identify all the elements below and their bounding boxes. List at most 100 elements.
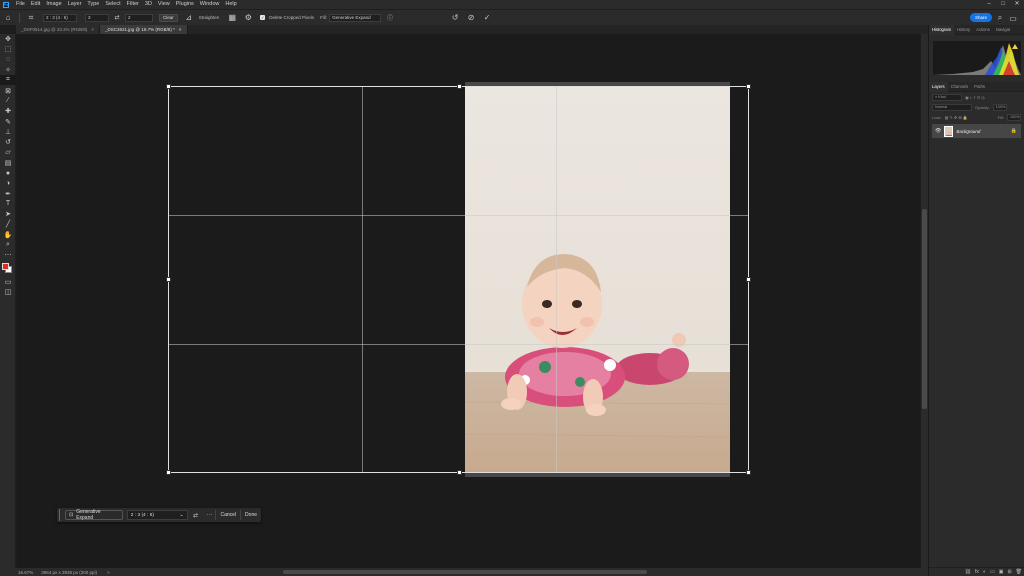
cancel-crop-icon[interactable]: ⊘ bbox=[466, 13, 476, 23]
object-select-tool-icon[interactable]: ✧ bbox=[0, 65, 16, 75]
more-tools-icon[interactable]: ⋯ bbox=[0, 250, 16, 260]
dodge-tool-icon[interactable]: ◑ bbox=[0, 178, 16, 188]
link-layers-icon[interactable]: ⛓ bbox=[965, 569, 971, 575]
opacity-field[interactable]: 100% bbox=[992, 103, 1007, 111]
tab-navigator[interactable]: Navigat bbox=[993, 25, 1013, 35]
menu-select[interactable]: Select bbox=[102, 0, 123, 9]
layer-lock-icon[interactable]: 🔒 bbox=[1011, 128, 1017, 134]
swap-dimensions-icon[interactable]: ⇄ bbox=[112, 13, 122, 23]
horizontal-scroll-thumb[interactable] bbox=[283, 570, 647, 574]
crop-handle-right[interactable] bbox=[746, 277, 751, 282]
foreground-color-swatch[interactable] bbox=[2, 262, 9, 270]
brush-tool-icon[interactable]: ✎ bbox=[0, 116, 16, 126]
tab-paths[interactable]: Paths bbox=[971, 82, 988, 92]
crop-height-field[interactable]: 2 bbox=[125, 13, 153, 22]
menu-layer[interactable]: Layer bbox=[65, 0, 85, 9]
overlay-grid-icon[interactable]: ▦ bbox=[227, 13, 237, 23]
menu-window[interactable]: Window bbox=[197, 0, 223, 9]
info-icon[interactable]: ⓘ bbox=[385, 13, 395, 23]
task-bar-ratio-select[interactable]: 2 : 3 (4 : 6) ⌄ bbox=[126, 510, 188, 520]
scroll-thumb[interactable] bbox=[922, 209, 927, 409]
hand-tool-icon[interactable]: ✋ bbox=[0, 230, 16, 240]
reset-icon[interactable]: ↺ bbox=[450, 13, 460, 23]
group-icon[interactable]: ▣ bbox=[999, 569, 1004, 575]
cancel-button[interactable]: Cancel bbox=[215, 510, 240, 520]
menu-view[interactable]: View bbox=[155, 0, 173, 9]
status-expand-arrow[interactable]: > bbox=[107, 570, 110, 575]
tab-channels[interactable]: Channels bbox=[948, 82, 972, 92]
eyedropper-tool-icon[interactable]: ⁄ bbox=[0, 96, 16, 106]
layer-row-background[interactable]: 👁 Background 🔒 bbox=[932, 124, 1021, 138]
lock-icons[interactable]: ▦ ✎ ✥ ⊠ 🔒 bbox=[945, 115, 968, 120]
menu-type[interactable]: Type bbox=[84, 0, 102, 9]
zoom-level[interactable]: 16.67% bbox=[18, 570, 33, 575]
done-button[interactable]: Done bbox=[240, 510, 261, 520]
menu-3d[interactable]: 3D bbox=[142, 0, 155, 9]
crop-handle-bottom-left[interactable] bbox=[166, 470, 171, 475]
document-tab[interactable]: _DSF0514.jpg @ 33.3% (RGB/8) × bbox=[16, 25, 100, 34]
path-select-tool-icon[interactable]: ➤ bbox=[0, 209, 16, 219]
crop-handle-top[interactable] bbox=[457, 84, 462, 89]
document-tab-active[interactable]: _DSC2621.jpg @ 16.7% (RGB/8) * × bbox=[100, 25, 188, 34]
straighten-icon[interactable]: ⊿ bbox=[184, 13, 194, 23]
layer-name[interactable]: Background bbox=[956, 129, 1007, 134]
straighten-label[interactable]: Straighten bbox=[199, 15, 220, 20]
mask-icon[interactable]: ▭ bbox=[990, 569, 995, 575]
close-tab-icon[interactable]: × bbox=[179, 25, 182, 34]
menu-image[interactable]: Image bbox=[43, 0, 64, 9]
history-brush-tool-icon[interactable]: ↺ bbox=[0, 137, 16, 147]
crop-tool-icon[interactable]: ⌗ bbox=[0, 75, 16, 86]
menu-file[interactable]: File bbox=[13, 0, 28, 9]
search-icon[interactable]: ⌕ bbox=[995, 13, 1005, 23]
generative-expand-button[interactable]: ⊡ Generative Expand bbox=[64, 509, 123, 521]
swap-orientation-icon[interactable]: ⇄ bbox=[190, 512, 202, 519]
tab-actions[interactable]: Actions bbox=[973, 25, 993, 35]
menu-help[interactable]: Help bbox=[222, 0, 239, 9]
menu-edit[interactable]: Edit bbox=[28, 0, 43, 9]
move-tool-icon[interactable]: ✥ bbox=[0, 34, 16, 44]
trash-icon[interactable]: 🗑 bbox=[1016, 569, 1022, 575]
drag-handle[interactable] bbox=[59, 509, 62, 521]
marquee-tool-icon[interactable]: ⬚ bbox=[0, 44, 16, 54]
more-options-icon[interactable]: ··· bbox=[204, 512, 216, 518]
tab-history[interactable]: History bbox=[954, 25, 973, 35]
workspace-icon[interactable]: ▭ bbox=[1008, 13, 1018, 23]
gradient-tool-icon[interactable]: ▤ bbox=[0, 158, 16, 168]
tab-histogram[interactable]: Histogram bbox=[929, 24, 955, 35]
settings-gear-icon[interactable]: ⚙ bbox=[243, 13, 253, 23]
healing-brush-tool-icon[interactable]: ✚ bbox=[0, 106, 16, 116]
visibility-eye-icon[interactable]: 👁 bbox=[935, 128, 941, 134]
fill-field[interactable]: 100% bbox=[1007, 113, 1021, 121]
clear-button[interactable]: Clear bbox=[159, 13, 178, 22]
adjustment-layer-icon[interactable]: ◐ bbox=[983, 569, 986, 575]
tab-layers[interactable]: Layers bbox=[929, 81, 948, 92]
close-tab-icon[interactable]: × bbox=[91, 25, 94, 34]
blur-tool-icon[interactable]: ● bbox=[0, 168, 16, 178]
crop-handle-top-right[interactable] bbox=[746, 84, 751, 89]
maximize-button[interactable]: □ bbox=[996, 0, 1010, 9]
vertical-scrollbar[interactable] bbox=[921, 34, 928, 568]
lasso-tool-icon[interactable]: ◌ bbox=[0, 55, 16, 65]
commit-crop-icon[interactable]: ✓ bbox=[482, 13, 492, 23]
crop-handle-bottom-right[interactable] bbox=[746, 470, 751, 475]
zoom-tool-icon[interactable]: ⌕ bbox=[0, 240, 16, 250]
share-button[interactable]: Share bbox=[970, 13, 992, 22]
screen-mode-icon[interactable]: ◫ bbox=[0, 287, 16, 297]
home-icon[interactable]: ⌂ bbox=[3, 13, 13, 23]
crop-width-field[interactable]: 3 bbox=[85, 13, 109, 22]
layer-kind-filter[interactable]: ⌕ Kind bbox=[932, 93, 962, 101]
menu-plugins[interactable]: Plugins bbox=[173, 0, 197, 9]
crop-handle-left[interactable] bbox=[166, 277, 171, 282]
clone-stamp-tool-icon[interactable]: ⊥ bbox=[0, 127, 16, 137]
eraser-tool-icon[interactable]: ▱ bbox=[0, 147, 16, 157]
frame-tool-icon[interactable]: ⊠ bbox=[0, 85, 16, 95]
blend-mode-select[interactable]: Normal bbox=[932, 103, 972, 111]
close-window-button[interactable]: ✕ bbox=[1010, 0, 1024, 9]
minimize-button[interactable]: – bbox=[982, 0, 996, 9]
delete-cropped-checkbox[interactable]: ✓ bbox=[260, 15, 266, 20]
new-layer-icon[interactable]: ⊞ bbox=[1007, 569, 1011, 575]
fill-select[interactable]: Generative Expand bbox=[329, 13, 382, 22]
filter-icons[interactable]: ▣ ◐ T ⊡ ◎ bbox=[965, 95, 985, 100]
crop-handle-bottom[interactable] bbox=[457, 470, 462, 475]
quick-mask-icon[interactable]: ▭ bbox=[0, 277, 16, 287]
